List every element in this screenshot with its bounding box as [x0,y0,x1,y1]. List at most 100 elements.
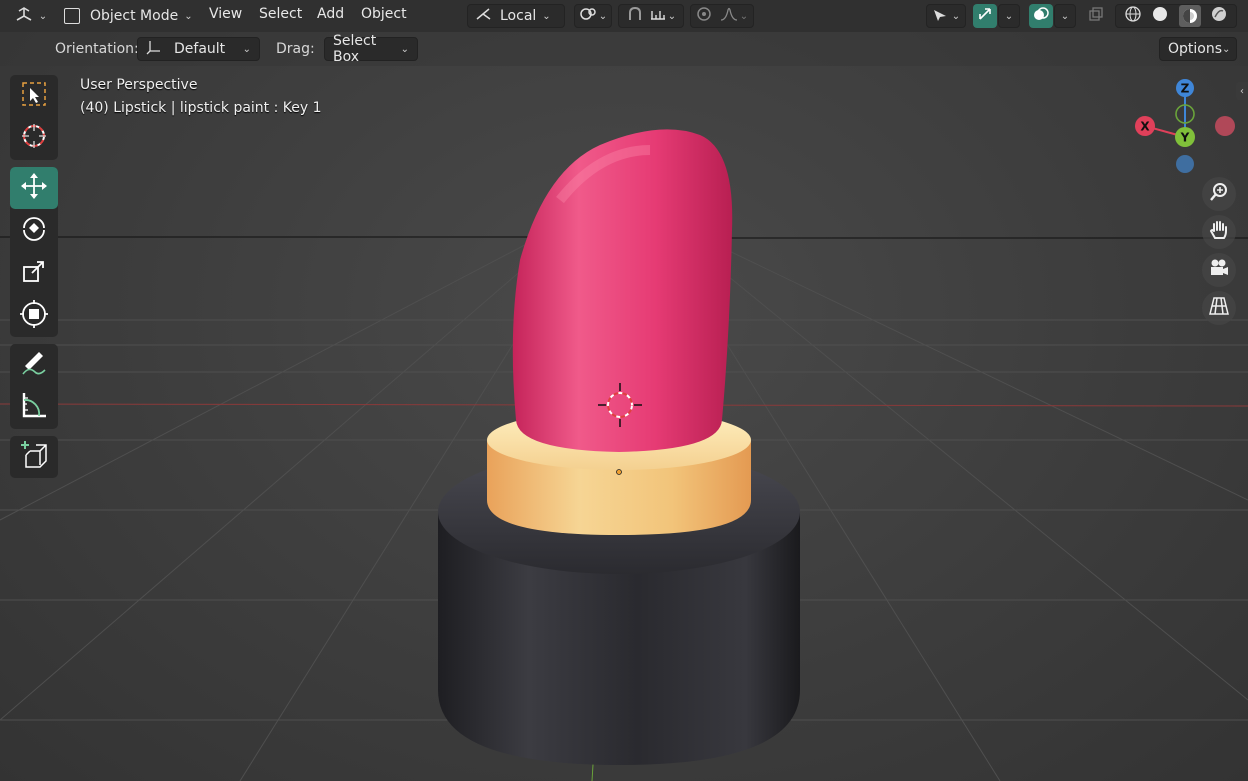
select-box-tool[interactable] [10,75,58,117]
zoom-button[interactable] [1202,177,1236,211]
chevron-down-icon: ⌄ [598,10,608,22]
viewport-scene[interactable] [0,0,1248,781]
menu-select[interactable]: Select [259,6,302,22]
drag-label: Drag: [276,41,315,57]
editor-type-button[interactable]: ⌄ [12,4,50,28]
object-origin [616,469,622,475]
snap-increment-icon [650,7,666,25]
proportional-edit-controls[interactable]: ⌄ [690,4,754,28]
select-box-icon [20,80,48,112]
gizmo-axis-z[interactable]: Z [1176,79,1194,97]
toolbar-group-select [10,75,58,160]
navigation-gizmo[interactable]: Z X Y [1125,75,1240,180]
move-tool[interactable] [10,167,58,209]
solid-shading-icon[interactable] [1151,5,1169,27]
show-overlays-toggle[interactable] [1029,4,1053,28]
zoom-icon [1208,181,1230,207]
chevron-down-icon: ⌄ [38,10,48,22]
gizmo-y-label: Y [1180,131,1190,145]
menu-object[interactable]: Object [361,6,407,22]
ortho-grid-icon [1208,295,1230,321]
gizmo-axis-x[interactable]: X [1135,116,1155,136]
chevron-down-icon: ⌄ [739,10,749,22]
gizmo-icon [977,6,993,26]
falloff-curve-icon [720,7,738,25]
move-icon [19,171,49,205]
pan-button[interactable] [1202,215,1236,249]
material-preview-shading-icon[interactable] [1178,5,1201,27]
shading-mode-group [1115,4,1237,28]
mode-selector[interactable]: Object Mode ⌄ [58,4,194,28]
object-mode-icon [64,8,80,24]
chevron-down-icon: ⌄ [1004,10,1014,22]
rendered-shading-icon[interactable] [1210,5,1228,27]
gizmo-axis-y[interactable]: Y [1175,127,1195,147]
chevron-down-icon: ⌄ [667,10,677,22]
rotate-tool[interactable] [10,209,58,251]
transform-orientation-value: Local [500,8,537,24]
gizmo-neg-z[interactable] [1176,155,1194,173]
chevron-down-icon: ⌄ [951,10,961,22]
chevron-down-icon: ⌄ [1222,43,1231,55]
scale-tool[interactable] [10,252,58,294]
lipstick-bullet [512,129,733,452]
3d-viewport[interactable] [0,0,1248,781]
selectability-visibility-dropdown[interactable]: ⌄ [926,4,966,28]
measure-tool[interactable] [10,386,58,428]
chevron-down-icon: ⌄ [184,10,193,22]
add-cube-tool[interactable] [10,436,58,478]
overlays-dropdown[interactable]: ⌄ [1054,4,1076,28]
wireframe-shading-icon[interactable] [1124,5,1142,27]
options-dropdown[interactable]: Options ⌄ [1159,37,1237,61]
snapping-controls[interactable]: ⌄ [618,4,684,28]
3d-viewport-icon [15,6,33,26]
chevron-down-icon: ⌄ [400,43,409,55]
viewport-header: ⌄ Object Mode ⌄ View Select Add Object L… [0,0,1248,32]
transform-tool[interactable] [10,295,58,337]
chevron-down-icon: ⌄ [1060,10,1070,22]
toolbar-group-transform [10,167,58,337]
perspective-label: User Perspective [80,77,198,93]
sidebar-expand-tab[interactable]: ‹ [1236,82,1248,100]
menu-view[interactable]: View [209,6,242,22]
gizmo-z-label: Z [1181,82,1190,96]
orientation-dropdown[interactable]: Default ⌄ [137,37,260,61]
drag-value: Select Box [333,33,377,65]
orientation-gizmo-icon [146,39,162,59]
drag-dropdown[interactable]: Select Box ⌄ [324,33,418,65]
tool-settings-bar: Orientation: Default ⌄ Drag: Select Box … [0,32,1248,66]
annotate-tool[interactable] [10,344,58,386]
gizmo-x-label: X [1140,120,1150,134]
xray-icon [1088,6,1104,26]
annotate-pencil-icon [19,348,49,382]
xray-toggle[interactable] [1084,4,1108,28]
pan-hand-icon [1208,219,1230,245]
camera-view-button[interactable] [1202,253,1236,287]
add-cube-icon [18,439,50,475]
toolbar-group-add [10,436,58,478]
chevron-down-icon: ⌄ [542,10,551,22]
show-gizmo-toggle[interactable] [973,4,997,28]
overlay-icon [1033,6,1049,26]
mode-label: Object Mode [90,8,179,24]
gizmo-neg-x[interactable] [1215,116,1235,136]
ortho-toggle-button[interactable] [1202,291,1236,325]
menu-add[interactable]: Add [317,6,344,22]
gizmo-dropdown[interactable]: ⌄ [998,4,1020,28]
orientation-label: Orientation: [55,41,139,57]
cursor-icon [20,122,48,154]
transform-icon [19,299,49,333]
cursor-tool[interactable] [10,117,58,159]
object-info-label: (40) Lipstick | lipstick paint : Key 1 [80,100,322,116]
camera-icon [1208,257,1230,283]
measure-ruler-icon [19,390,49,424]
toolbar-group-annotate [10,344,58,429]
transform-orientation-dropdown[interactable]: Local ⌄ [467,4,565,28]
orientation-axes-icon [474,7,492,25]
options-label: Options [1168,41,1223,57]
pivot-point-dropdown[interactable]: ⌄ [574,4,612,28]
chevron-left-icon: ‹ [1240,85,1244,97]
snap-magnet-icon [626,6,644,26]
scale-icon [20,257,48,289]
proportional-edit-icon [696,6,712,26]
